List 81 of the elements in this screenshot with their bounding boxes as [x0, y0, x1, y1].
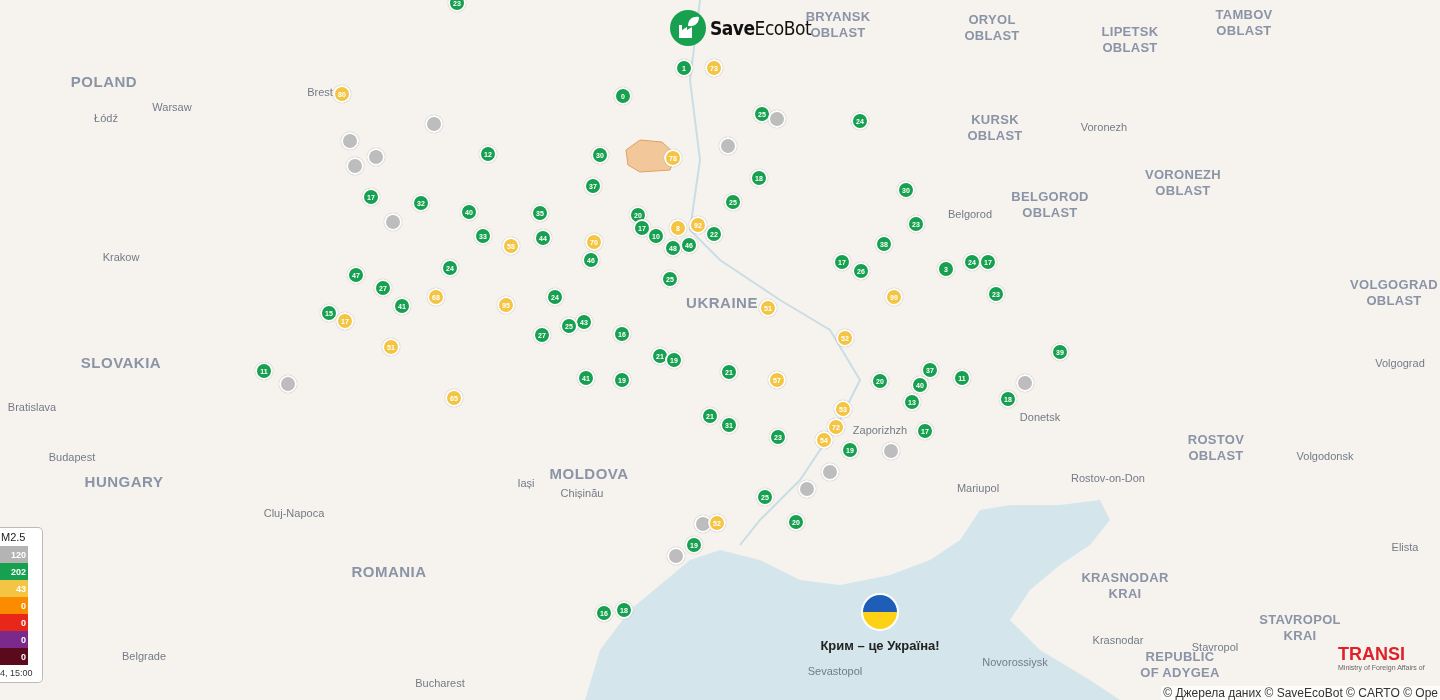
city-label: Iași [517, 477, 535, 489]
sensor-marker[interactable] [279, 375, 297, 393]
sensor-marker[interactable] [798, 480, 816, 498]
sensor-marker[interactable] [341, 132, 359, 150]
sensor-marker[interactable] [882, 442, 900, 460]
legend-count: 43 [0, 580, 28, 597]
flag-icon [860, 592, 900, 632]
city-label: Sevastopol [807, 665, 863, 677]
region-label: VORONEZH [1144, 167, 1222, 183]
city-label: Budapest [48, 451, 96, 463]
region-label: OBLAST [1216, 23, 1272, 39]
sensor-marker[interactable] [425, 115, 443, 133]
attribution-text: © Джерела даних © SaveEcoBot © CARTO © Ope [1161, 686, 1440, 700]
region-label: OBLAST [967, 128, 1023, 144]
legend-count: 0 [0, 631, 28, 648]
city-label: Bucharest [415, 677, 465, 689]
country-label: SLOVAKIA [80, 353, 162, 371]
city-label: Mariupol [956, 482, 1000, 494]
sensor-marker[interactable] [1016, 374, 1034, 392]
sensor-marker[interactable] [768, 110, 786, 128]
region-label: ORYOL [968, 12, 1016, 28]
region-label: OBLAST [1366, 293, 1422, 309]
sensor-marker[interactable] [384, 213, 402, 231]
sensor-marker[interactable] [719, 137, 737, 155]
city-label: Stavropol [1191, 641, 1239, 653]
country-label: ROMANIA [351, 562, 427, 580]
city-label: Chișinău [560, 487, 604, 499]
city-label: Volgodonsk [1296, 450, 1354, 462]
city-label: Brest [307, 86, 333, 98]
sensor-marker[interactable] [694, 515, 712, 533]
region-label: OBLAST [1102, 40, 1158, 56]
region-label: OF ADYGEA [1140, 665, 1220, 681]
city-label: Donetsk [1019, 411, 1061, 423]
legend-count: 202 [0, 563, 28, 580]
city-label: Łódź [94, 112, 118, 124]
city-label: Novorossiysk [982, 656, 1048, 668]
leaf-factory-icon [670, 10, 706, 46]
legend-count: 120 [0, 546, 28, 563]
country-label: UKRAINE [686, 293, 758, 311]
city-label: Belgorod [948, 208, 992, 220]
city-label: Volgograd [1375, 357, 1425, 369]
city-label: Krakow [102, 251, 140, 263]
city-label: Krasnodar [1092, 634, 1144, 646]
update-time: 4, 15:00 [0, 668, 34, 678]
region-label: BELGOROD [1011, 189, 1089, 205]
city-label: Elista [1391, 541, 1419, 553]
region-label: VOLGOGRAD [1350, 277, 1438, 293]
sensor-marker[interactable] [821, 463, 839, 481]
city-label: Warsaw [152, 101, 192, 113]
partner-logo: TRANSI [1338, 644, 1406, 664]
region-label: STAVROPOL [1259, 612, 1341, 628]
region-label: KURSK [971, 112, 1019, 128]
country-label: MOLDOVA [549, 464, 629, 482]
map-background[interactable] [0, 0, 1440, 700]
region-label: OBLAST [964, 28, 1020, 44]
crimea-caption: Крим – це Україна! [820, 638, 940, 653]
city-label: Rostov-on-Don [1071, 472, 1145, 484]
region-label: LIPETSK [1101, 24, 1159, 40]
region-label: TAMBOV [1215, 7, 1273, 23]
legend-count: 0 [0, 648, 28, 665]
city-label: Belgrade [122, 650, 166, 662]
region-label: KRAI [1108, 586, 1142, 602]
region-label: OBLAST [1155, 183, 1211, 199]
legend-count: 0 [0, 597, 28, 614]
region-label: KRAI [1283, 628, 1317, 644]
legend-count: 0 [0, 614, 28, 631]
sensor-marker[interactable] [346, 157, 364, 175]
sensor-marker[interactable] [367, 148, 385, 166]
sensor-marker[interactable] [667, 547, 685, 565]
region-label: OBLAST [810, 25, 866, 41]
city-label: Zaporizhzh [852, 424, 908, 436]
city-label: Cluj-Napoca [263, 507, 325, 519]
region-label: KRASNODAR [1081, 570, 1169, 586]
country-label: POLAND [70, 72, 138, 90]
legend-title: M2.5 [0, 531, 27, 543]
region-label: OBLAST [1188, 448, 1244, 464]
country-label: HUNGARY [84, 472, 164, 490]
region-label: ROSTOV [1187, 432, 1245, 448]
city-label: Bratislava [7, 401, 57, 413]
city-label: Voronezh [1080, 121, 1128, 133]
region-label: OBLAST [1022, 205, 1078, 221]
